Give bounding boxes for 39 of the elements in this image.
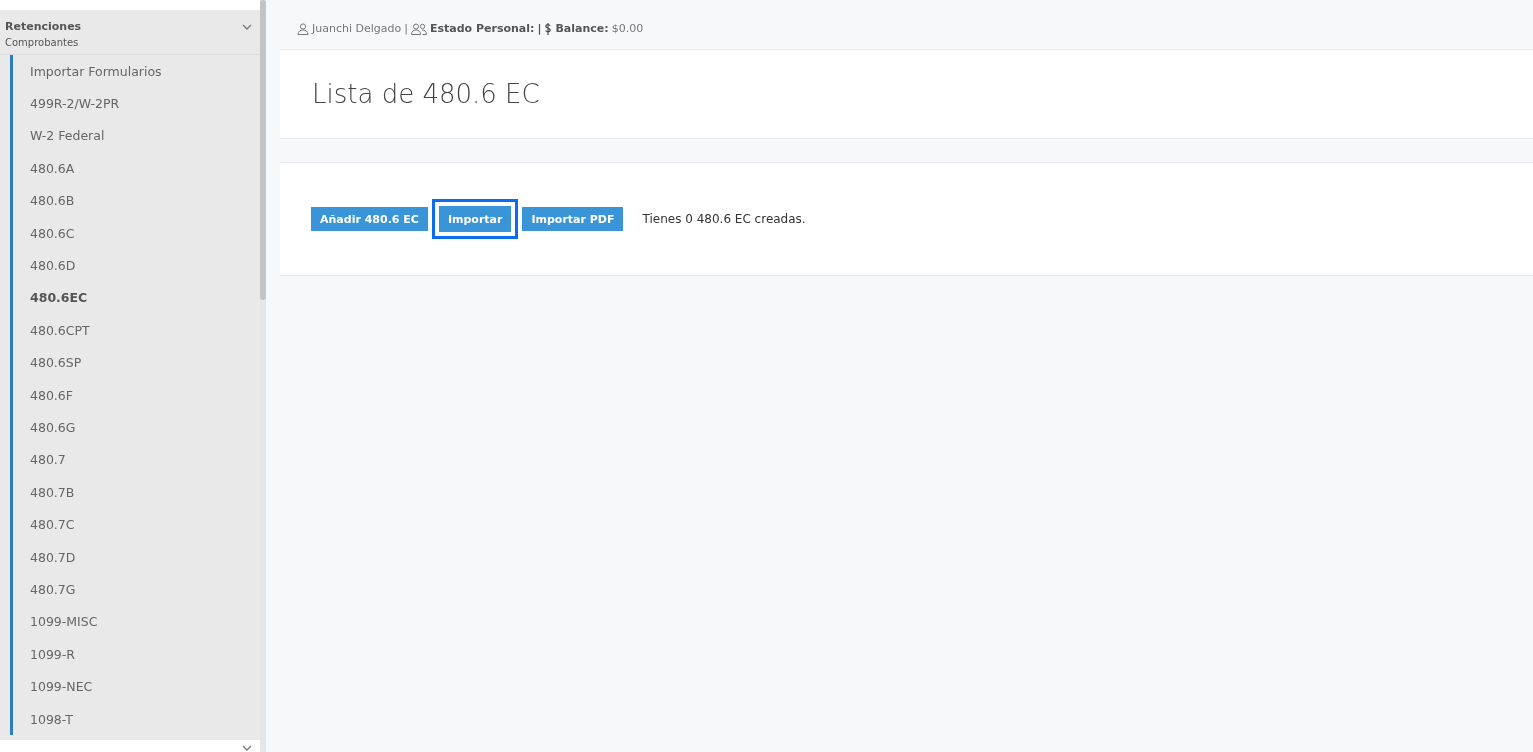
sidebar-item[interactable]: 480.7G: [13, 573, 260, 606]
sidebar-item[interactable]: 480.6B: [13, 184, 260, 217]
sidebar-item[interactable]: 480.6SP: [13, 346, 260, 379]
sidebar-item[interactable]: 480.6A: [13, 152, 260, 185]
sidebar-item[interactable]: 480.7C: [13, 508, 260, 541]
chevron-icon[interactable]: [242, 24, 252, 31]
section-subtitle: Comprobantes: [5, 37, 80, 48]
user-icon: [297, 22, 309, 35]
sidebar-item[interactable]: 1099-R: [13, 638, 260, 671]
sidebar-item[interactable]: 480.6G: [13, 411, 260, 444]
sidebar-item[interactable]: W-2 Federal: [13, 119, 260, 153]
status-label: Estado Personal:: [429, 22, 535, 35]
action-button[interactable]: Importar: [431, 199, 519, 239]
sidebar-item[interactable]: 480.7B: [13, 476, 260, 509]
sidebar-item[interactable]: 1098-T: [13, 702, 260, 736]
users-icon: [410, 22, 427, 35]
sidebar-item[interactable]: 480.6CPT: [13, 314, 260, 347]
sidebar-item[interactable]: 480.6EC: [13, 281, 260, 315]
action-button[interactable]: Añadir 480.6 EC: [311, 207, 428, 231]
dollar-icon: [544, 22, 553, 35]
sidebar-item[interactable]: 499R-2/W-2PR: [13, 87, 260, 120]
separator: |: [404, 22, 408, 35]
action-button[interactable]: Importar PDF: [522, 207, 624, 231]
sidebar-item[interactable]: 1099-MISC: [13, 605, 260, 639]
sidebar-item[interactable]: 480.6C: [13, 216, 260, 250]
sidebar-item[interactable]: 480.6D: [13, 249, 260, 282]
sidebar-item[interactable]: 480.7D: [13, 540, 260, 574]
sidebar-item[interactable]: 1099-NEC: [13, 670, 260, 703]
page-title: Lista de 480.6 EC: [312, 79, 540, 109]
separator: |: [537, 22, 542, 35]
section-title: Retenciones: [5, 20, 82, 33]
sidebar-item[interactable]: 480.6F: [13, 378, 260, 412]
sidebar-item[interactable]: 480.7: [13, 443, 260, 477]
balance-label: Balance:: [555, 22, 609, 35]
balance-value: $0.00: [611, 22, 644, 35]
chevron-icon[interactable]: [242, 745, 252, 752]
summary-text: Tienes 0 480.6 EC creadas.: [642, 212, 806, 226]
sidebar-item[interactable]: Importar Formularios: [13, 55, 260, 88]
user-name: Juanchi Delgado: [312, 22, 402, 35]
